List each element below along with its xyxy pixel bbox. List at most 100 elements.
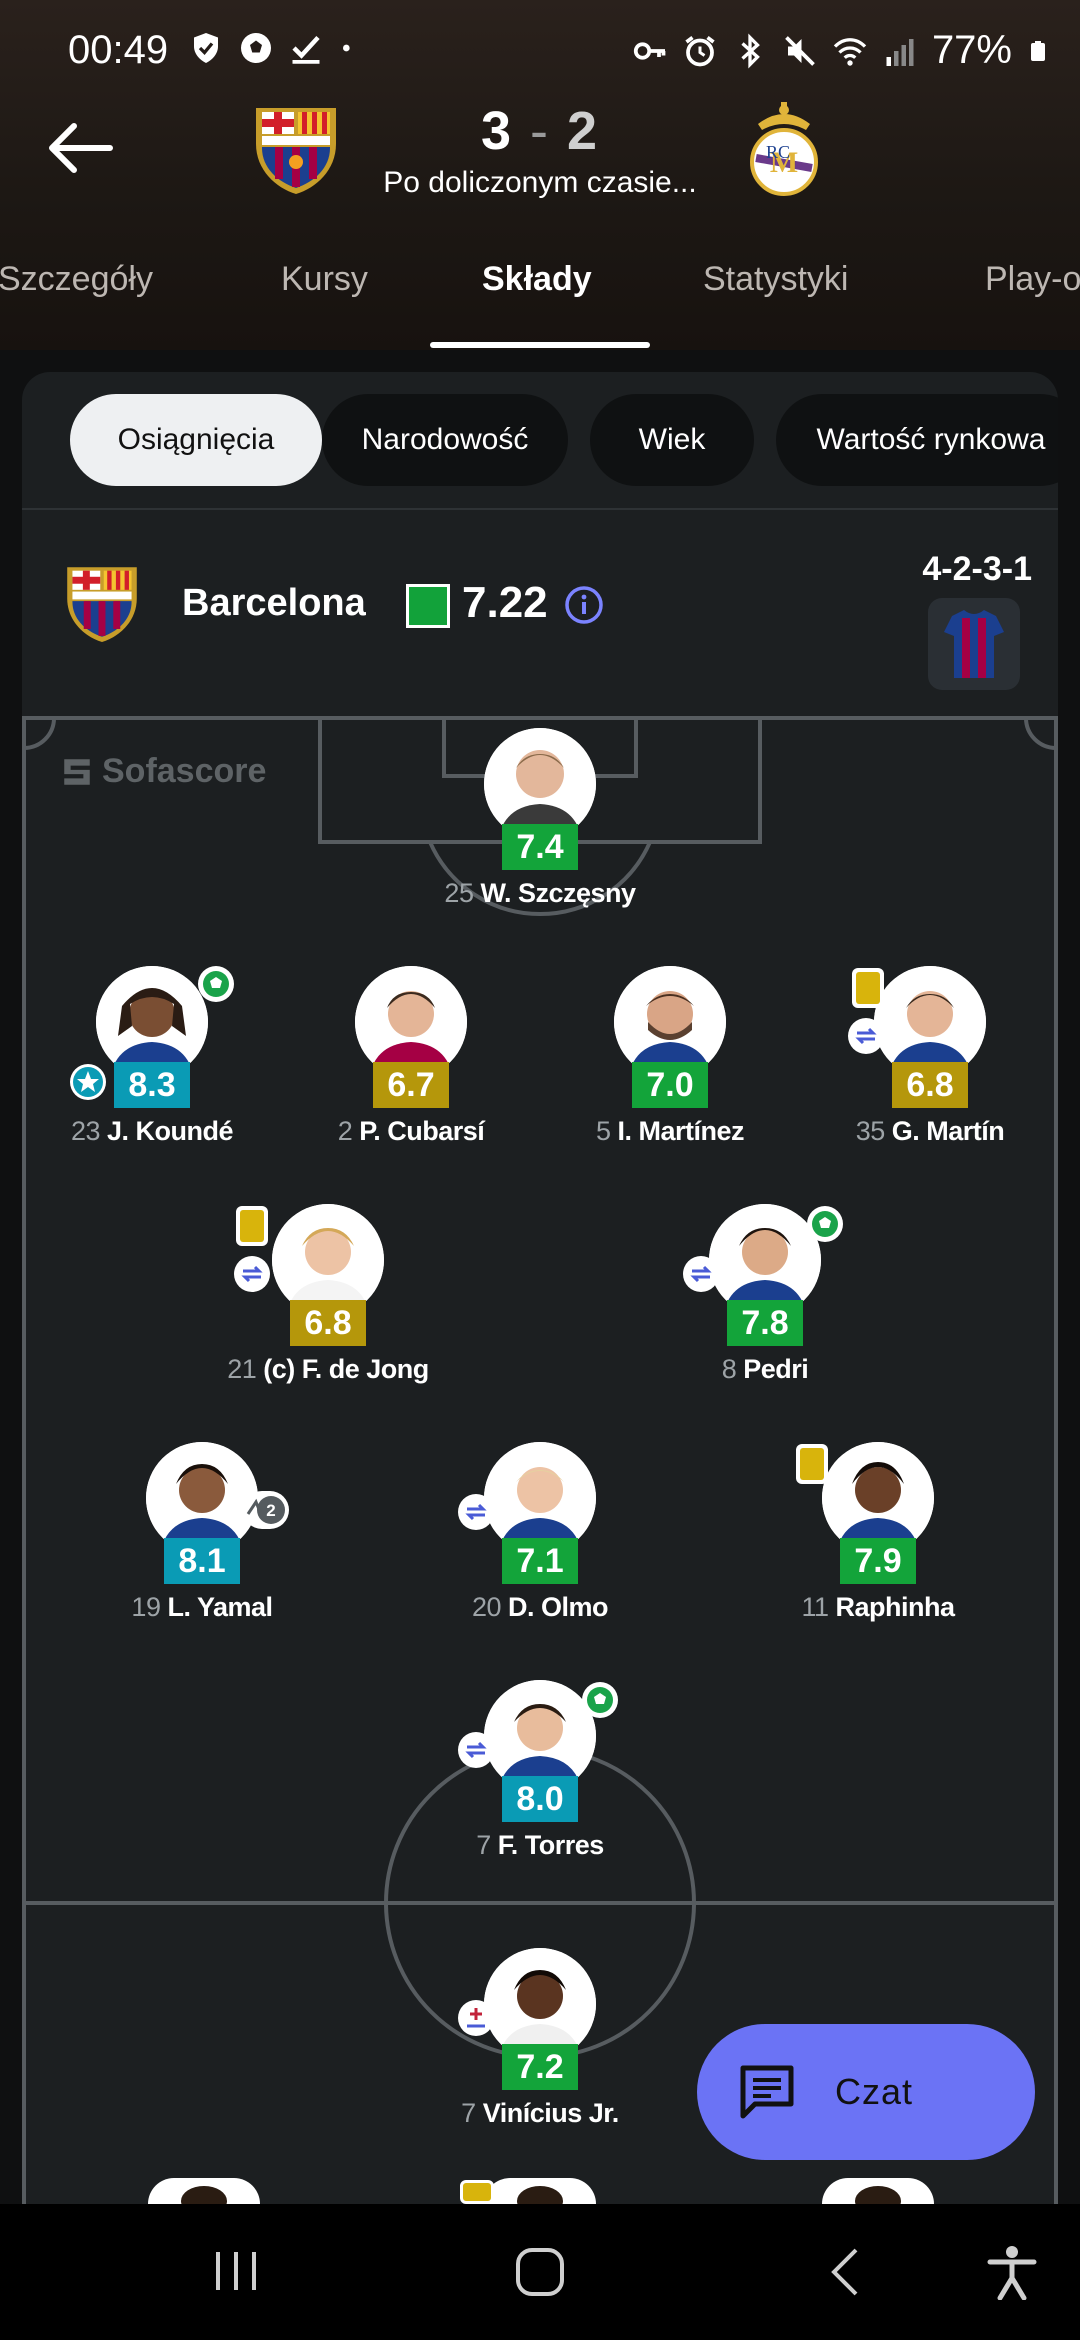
player-name: 2 P. Cubarsí <box>337 1116 485 1146</box>
substitution-icon <box>456 1730 496 1770</box>
away-score: 2 <box>567 101 600 161</box>
player-avatar-partial <box>484 2178 596 2204</box>
team-rating: 7.22 <box>462 578 548 627</box>
player-card[interactable]: 7.1 20 D. Olmo <box>410 1442 670 1622</box>
tab-playoff[interactable]: Play-o <box>985 260 1080 299</box>
player-card[interactable]: 7.9 11 Raphinha <box>748 1442 1008 1622</box>
team-header: Barcelona 7.22 4-2-3-1 <box>22 510 1058 690</box>
player-rating: 8.0 <box>502 1776 578 1822</box>
substitution-icon <box>846 1016 886 1056</box>
goal-icon <box>580 1680 620 1720</box>
player-avatar-partial <box>148 2178 260 2204</box>
assist-icon: 2 <box>242 1490 290 1530</box>
active-tab-indicator <box>430 342 650 348</box>
player-avatar-partial <box>822 2178 934 2204</box>
status-bar: 00:49 77% <box>0 0 1080 80</box>
goal-icon <box>196 964 236 1004</box>
info-icon[interactable] <box>564 585 604 625</box>
back-arrow-icon[interactable] <box>44 118 116 178</box>
real-madrid-crest[interactable]: M RC <box>744 98 824 198</box>
player-card[interactable]: 7.4 25 W. Szczęsny <box>410 728 670 908</box>
substitution-icon <box>681 1254 721 1294</box>
tab-bar: Szczegóły Kursy Składy Statystyki Play-o <box>0 250 1080 350</box>
player-card[interactable]: 7.2 7 Vinícius Jr. <box>410 1948 670 2128</box>
formation: 4-2-3-1 <box>922 550 1032 588</box>
team-crest-icon[interactable] <box>62 560 142 644</box>
filter-chips: Osiągnięcia Narodowość Wiek Wartość rynk… <box>46 394 1058 486</box>
home-icon[interactable] <box>512 2244 568 2300</box>
player-card[interactable]: 6.7 2 P. Cubarsí <box>281 966 541 1146</box>
player-card[interactable]: 8.3 23 J. Koundé <box>22 966 282 1146</box>
sofascore-watermark: Sofascore <box>60 752 266 791</box>
chat-button[interactable]: Czat <box>697 2024 1035 2160</box>
score-separator: - <box>530 101 550 161</box>
player-rating: 7.0 <box>632 1062 708 1108</box>
back-icon[interactable] <box>820 2244 872 2300</box>
substitution-icon <box>456 1998 496 2038</box>
svg-text:RC: RC <box>766 142 790 162</box>
battery-percent: 77% <box>931 28 1012 72</box>
player-name: 5 I. Martínez <box>595 1116 745 1146</box>
svg-text:2: 2 <box>266 1501 275 1520</box>
chat-icon <box>740 2065 794 2119</box>
shield-icon <box>194 33 218 63</box>
player-name: 11 Raphinha <box>801 1592 955 1622</box>
home-score: 3 <box>480 101 513 161</box>
player-name: 21 (c) F. de Jong <box>227 1354 429 1384</box>
player-name: 7 Vinícius Jr. <box>461 2098 619 2128</box>
tab-statistics[interactable]: Statystyki <box>703 260 848 299</box>
yellow-card-icon <box>792 1444 832 1484</box>
yellow-card-icon <box>232 1206 272 1246</box>
wifi-icon <box>833 37 867 66</box>
player-card[interactable]: 6.8 35 G. Martín <box>800 966 1060 1146</box>
player-name: 7 F. Torres <box>476 1830 604 1860</box>
player-rating: 6.8 <box>290 1300 366 1346</box>
accessibility-icon[interactable] <box>984 2244 1040 2300</box>
system-nav-bar <box>0 2204 1080 2340</box>
player-rating: 6.7 <box>373 1062 449 1108</box>
team-rating-indicator <box>406 584 450 628</box>
player-rating: 8.3 <box>114 1062 190 1108</box>
chip-achievements[interactable]: Osiągnięcia <box>70 394 322 486</box>
signal-icon <box>886 38 914 66</box>
barcelona-crest[interactable] <box>250 100 342 196</box>
chip-age[interactable]: Wiek <box>590 394 754 486</box>
yellow-card-icon <box>848 968 888 1008</box>
mute-icon <box>785 35 815 66</box>
player-name: 25 W. Szczęsny <box>444 878 636 908</box>
player-of-match-icon <box>68 1062 108 1102</box>
substitution-icon <box>456 1492 496 1532</box>
key-icon <box>633 41 666 60</box>
recents-icon[interactable] <box>210 2244 262 2296</box>
chip-nationality[interactable]: Narodowość <box>322 394 568 486</box>
player-name: 20 D. Olmo <box>471 1592 609 1622</box>
tab-details[interactable]: Szczegóły <box>0 260 153 299</box>
player-card[interactable]: 7.8 8 Pedri <box>635 1204 895 1384</box>
tab-odds[interactable]: Kursy <box>281 260 368 299</box>
player-rating: 6.8 <box>892 1062 968 1108</box>
chat-label: Czat <box>835 2071 914 2112</box>
player-card[interactable]: 6.8 21 (c) F. de Jong <box>198 1204 458 1384</box>
check-icon <box>292 35 320 64</box>
player-card[interactable]: 8.1 2 19 L. Yamal <box>72 1442 332 1622</box>
battery-icon <box>1031 40 1045 61</box>
sofascore-logo-icon <box>64 758 90 785</box>
yellow-card-icon <box>460 2180 494 2204</box>
bluetooth-icon <box>741 33 760 68</box>
substitution-icon <box>232 1254 272 1294</box>
player-name: 19 L. Yamal <box>131 1592 273 1622</box>
player-rating: 8.1 <box>164 1538 240 1584</box>
team-name: Barcelona <box>182 582 366 624</box>
tab-lineups[interactable]: Składy <box>482 260 592 299</box>
player-card[interactable]: 8.0 7 F. Torres <box>410 1680 670 1860</box>
alarm-icon <box>685 35 715 66</box>
player-name: 23 J. Koundé <box>70 1116 234 1146</box>
watermark-text: Sofascore <box>102 752 267 790</box>
chip-market-value[interactable]: Wartość rynkowa <box>776 394 1058 486</box>
match-status: Po doliczonym czasie... <box>383 166 697 199</box>
player-card[interactable]: 7.0 5 I. Martínez <box>540 966 800 1146</box>
dot-icon <box>343 44 350 52</box>
match-score: 3 - 2 Po doliczonym czasie... <box>380 100 700 200</box>
kit-icon[interactable] <box>928 598 1020 690</box>
player-rating: 7.2 <box>502 2044 578 2090</box>
